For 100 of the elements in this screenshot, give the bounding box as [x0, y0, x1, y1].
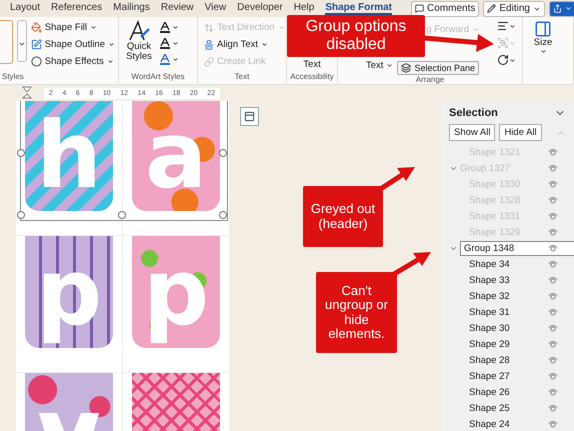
hide-all-button[interactable]: Hide All — [499, 124, 542, 141]
share-button[interactable] — [548, 0, 574, 16]
selection-item[interactable]: Shape 24 — [469, 418, 510, 430]
ribbon-tab[interactable]: Mailings — [113, 2, 150, 15]
text-color-icon[interactable] — [160, 22, 179, 33]
eye-icon[interactable] — [548, 228, 558, 236]
ribbon-button[interactable]: Shape Outline — [30, 37, 115, 52]
eye-icon[interactable] — [548, 420, 558, 428]
eye-icon[interactable] — [548, 340, 558, 348]
caret-icon — [18, 40, 26, 48]
editing-button[interactable]: Editing — [483, 0, 545, 16]
selection-item[interactable]: Shape 33 — [469, 274, 510, 286]
eye-icon[interactable] — [548, 292, 558, 300]
resize-handle[interactable] — [17, 149, 25, 157]
eye-icon[interactable] — [548, 324, 558, 332]
card-letter: p — [143, 238, 209, 348]
ribbon-tab[interactable]: Review — [160, 2, 194, 15]
eye-icon[interactable] — [548, 260, 558, 268]
comments-button[interactable]: Comments — [411, 0, 480, 16]
eye-icon[interactable] — [548, 388, 558, 396]
selection-item[interactable]: Shape 32 — [469, 290, 510, 302]
caret-icon — [508, 22, 516, 30]
eye-icon[interactable] — [548, 404, 558, 412]
arrow — [424, 34, 494, 52]
card-letter: a — [144, 101, 208, 210]
rename-field[interactable]: Group 1348 — [460, 240, 574, 256]
alt-text-button[interactable]: Text — [303, 57, 321, 72]
group-label: Arrange — [414, 75, 446, 84]
ribbon-tab[interactable]: View — [204, 2, 226, 15]
caret-icon — [386, 62, 394, 69]
ribbon-tab[interactable]: Layout — [10, 2, 40, 15]
callout-note: Can't ungroup or hide elements. — [316, 272, 397, 353]
caret-icon — [564, 5, 572, 12]
caret-icon — [278, 24, 285, 31]
eye-icon[interactable] — [548, 308, 558, 316]
selection-item[interactable]: Shape 30 — [469, 322, 510, 334]
eye-icon[interactable] — [548, 196, 558, 204]
caret-icon — [172, 24, 179, 31]
callout-note: Greyed out (header) — [303, 186, 383, 247]
caret-icon — [106, 58, 114, 65]
indent-marker-icon[interactable] — [22, 86, 32, 100]
resize-handle[interactable] — [17, 211, 25, 219]
arrow — [380, 167, 415, 190]
text-color-icon[interactable] — [160, 54, 179, 65]
caret-icon — [540, 48, 546, 56]
pen-icon — [30, 39, 42, 50]
selection-item[interactable]: Shape 29 — [469, 338, 510, 350]
eye-icon[interactable] — [548, 372, 558, 380]
eye-icon[interactable] — [548, 212, 558, 220]
align-icon — [204, 40, 214, 50]
show-all-button[interactable]: Show All — [449, 124, 496, 141]
ribbon-tab[interactable]: Help — [294, 2, 314, 15]
selection-item[interactable]: Shape 31 — [469, 306, 510, 318]
size-button[interactable]: Size — [526, 20, 560, 84]
group-label: Text — [234, 72, 250, 83]
layout-icon — [244, 111, 255, 122]
caret-icon — [508, 40, 516, 46]
selection-pane-button[interactable]: Selection Pane — [397, 61, 479, 75]
quick-styles-icon — [127, 20, 151, 42]
resize-handle[interactable] — [219, 211, 227, 219]
eye-icon[interactable] — [548, 164, 558, 172]
rotate-icon[interactable] — [496, 54, 516, 66]
group-label: WordArt Styles — [130, 72, 186, 83]
selection-item[interactable]: Shape 28 — [469, 354, 510, 366]
ribbon-button[interactable]: Align Text — [204, 37, 285, 52]
caret-icon — [90, 24, 98, 31]
resize-handle[interactable] — [219, 149, 227, 157]
resize-handle[interactable] — [118, 211, 126, 219]
eye-icon[interactable] — [548, 356, 558, 364]
selection-item[interactable]: Shape 25 — [469, 402, 510, 414]
eye-icon[interactable] — [548, 244, 558, 252]
share-icon — [552, 4, 562, 13]
ribbon-button[interactable]: Shape Effects — [30, 54, 115, 69]
ribbon-tab[interactable]: References — [51, 2, 102, 15]
selection-item[interactable]: Shape 34 — [469, 258, 510, 270]
ribbon-tab[interactable]: Developer — [237, 2, 283, 15]
eye-icon[interactable] — [548, 276, 558, 284]
ribbon-button[interactable]: Shape Fill — [30, 20, 115, 35]
selection-item[interactable]: Shape 27 — [469, 370, 510, 382]
paint-bucket-icon — [30, 22, 42, 33]
gallery-scroll-button[interactable] — [16, 20, 27, 62]
link-icon — [204, 56, 214, 66]
eye-icon[interactable] — [548, 180, 558, 188]
wrap-text-button[interactable]: Text — [366, 58, 394, 73]
callout-note: Group options disabled — [287, 15, 425, 57]
group-label: Styles — [1, 72, 25, 83]
eye-icon[interactable] — [548, 148, 558, 156]
caret-icon — [108, 41, 115, 48]
caret-icon — [261, 41, 268, 48]
align-icon[interactable] — [496, 20, 516, 32]
quick-styles-button[interactable]: Quick Styles — [122, 20, 156, 72]
style-gallery[interactable] — [0, 20, 13, 64]
layout-options-button[interactable] — [240, 107, 259, 126]
caret-icon — [172, 56, 179, 63]
circle-icon — [30, 56, 42, 67]
selection-item[interactable]: Shape 26 — [469, 386, 510, 398]
caret-icon — [472, 26, 479, 33]
arrow — [392, 252, 431, 276]
text-color-icon[interactable] — [160, 38, 179, 49]
size-icon — [534, 20, 552, 38]
